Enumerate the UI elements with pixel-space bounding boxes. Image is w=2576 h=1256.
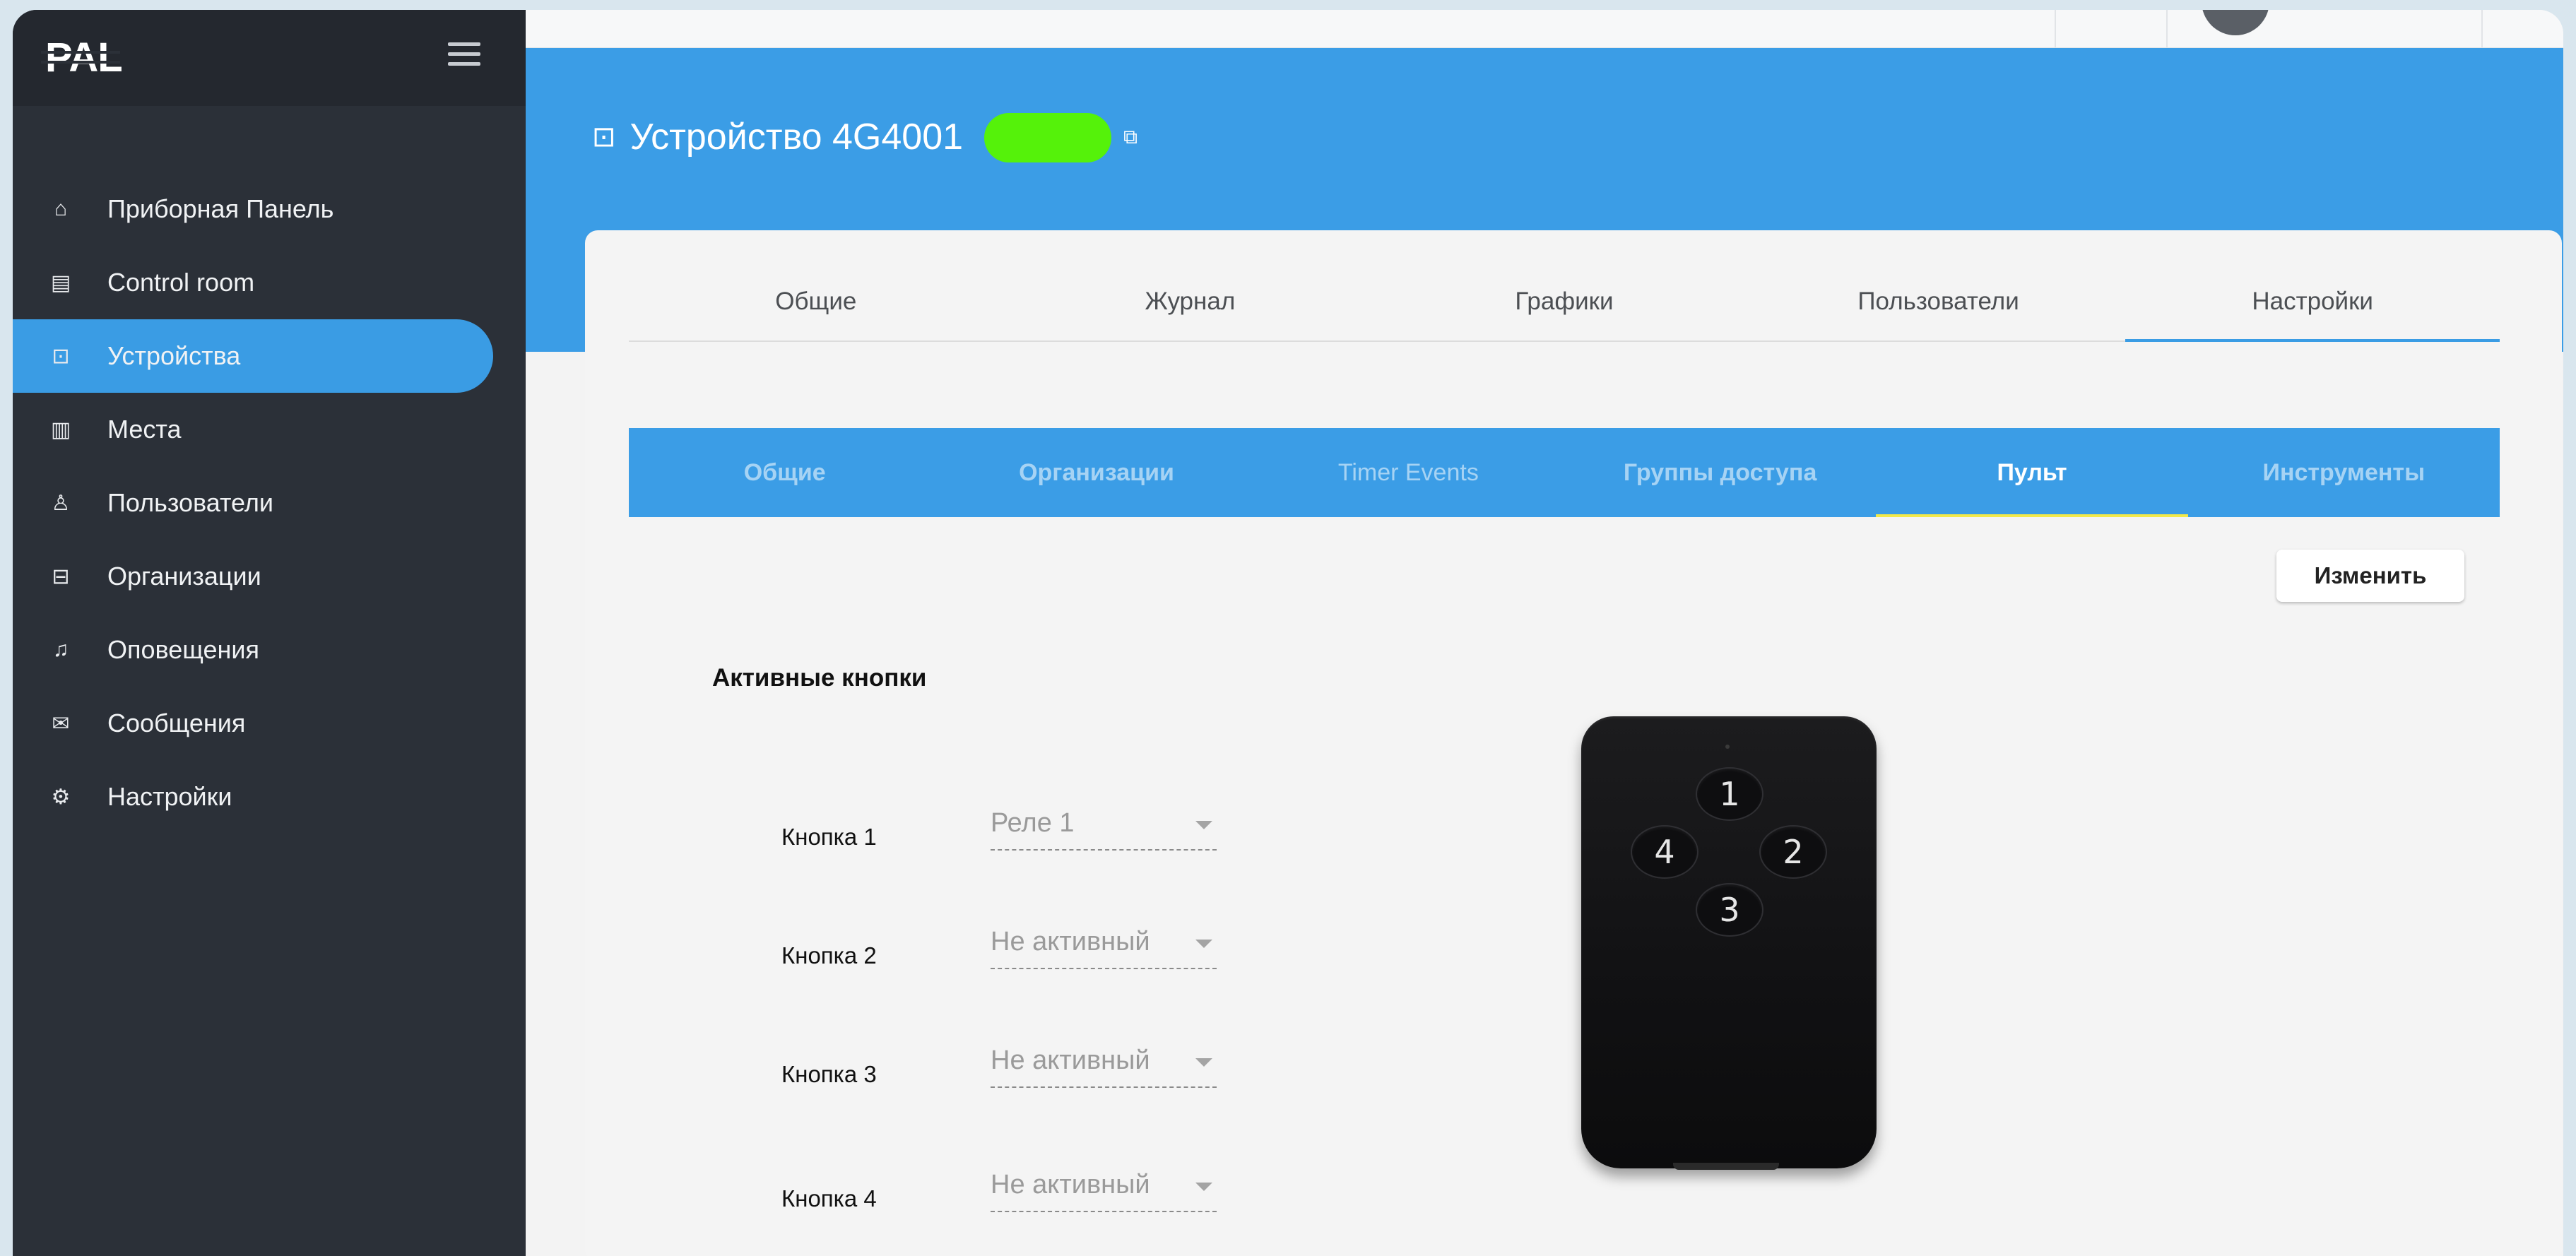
sidebar-item-settings[interactable]: ⚙ Настройки — [13, 760, 526, 834]
map-icon: ▥ — [50, 417, 71, 442]
sidebar-item-label: Пользователи — [107, 488, 273, 517]
menu-icon[interactable] — [448, 42, 480, 66]
tab-journal[interactable]: Журнал — [1003, 263, 1378, 340]
subtab-remote[interactable]: Пульт — [1876, 428, 2188, 517]
sidebar-header: PAL — [13, 10, 526, 106]
button-4-select[interactable]: Не активный — [991, 1161, 1217, 1212]
top-bar-divider — [2481, 10, 2483, 48]
select-value: Не активный — [991, 927, 1150, 956]
gear-icon: ⚙ — [51, 785, 71, 809]
select-value: Не активный — [991, 1170, 1150, 1199]
sidebar-item-alerts[interactable]: ♫ Оповещения — [13, 613, 526, 687]
router-icon: ⊡ — [52, 344, 70, 368]
remote-key-3: 3 — [1696, 883, 1763, 937]
subtab-general[interactable]: Общие — [629, 428, 940, 517]
device-card: Общие Журнал Графики Пользователи Настро… — [585, 230, 2562, 1256]
page-title: ⊡ Устройство 4G4001 — [592, 116, 963, 158]
section-title: Активные кнопки — [712, 664, 927, 692]
chevron-down-icon — [1195, 821, 1212, 829]
sidebar-item-label: Устройства — [107, 341, 241, 370]
button-row: Кнопка 4 Не активный — [585, 1161, 1292, 1232]
top-bar-divider — [2166, 10, 2168, 48]
sidebar-item-label: Оповещения — [107, 635, 259, 664]
device-name: Устройство 4G4001 — [630, 117, 964, 158]
sidebar: PAL ⌂ Приборная Панель ▤ Control room ⊡ … — [13, 10, 526, 1256]
sidebar-item-control-room[interactable]: ▤ Control room — [13, 246, 526, 319]
button-row: Кнопка 3 Не активный — [585, 1037, 1292, 1108]
button-label: Кнопка 3 — [781, 1061, 877, 1087]
select-value: Не активный — [991, 1045, 1150, 1075]
remote-control-image: 1 2 3 4 — [1581, 716, 1877, 1170]
button-label: Кнопка 1 — [781, 824, 877, 850]
sidebar-item-places[interactable]: ▥ Места — [13, 393, 526, 466]
chevron-down-icon — [1195, 940, 1212, 948]
sidebar-item-label: Сообщения — [107, 709, 246, 737]
mail-icon: ✉ — [52, 711, 70, 735]
tab-users[interactable]: Пользователи — [1751, 263, 2126, 340]
logo-text: PAL — [45, 35, 123, 81]
sidebar-item-messages[interactable]: ✉ Сообщения — [13, 687, 526, 760]
sidebar-item-label: Настройки — [107, 782, 232, 811]
remote-key-2: 2 — [1759, 825, 1827, 879]
select-value: Реле 1 — [991, 808, 1075, 838]
button-1-select[interactable]: Реле 1 — [991, 800, 1217, 851]
building-icon: ▤ — [50, 271, 71, 295]
sidebar-item-devices[interactable]: ⊡ Устройства — [13, 319, 493, 393]
remote-led — [1725, 745, 1730, 749]
sidebar-item-label: Места — [107, 415, 182, 444]
remote-key-4: 4 — [1631, 825, 1698, 879]
user-icon: ♙ — [51, 491, 71, 515]
tab-charts[interactable]: Графики — [1377, 263, 1751, 340]
remote-bottom-slot — [1673, 1163, 1779, 1170]
chevron-down-icon — [1195, 1183, 1212, 1191]
settings-subtabs: Общие Организации Timer Events Группы до… — [629, 428, 2500, 517]
sidebar-item-dashboard[interactable]: ⌂ Приборная Панель — [13, 172, 526, 246]
sidebar-item-label: Control room — [107, 268, 255, 297]
logo[interactable]: PAL — [41, 34, 123, 81]
copy-icon[interactable]: ⧉ — [1123, 126, 1143, 148]
tab-general[interactable]: Общие — [629, 263, 1003, 340]
router-icon: ⊡ — [592, 122, 616, 153]
tab-settings[interactable]: Настройки — [2125, 263, 2500, 342]
remote-key-1: 1 — [1696, 767, 1763, 821]
button-2-select[interactable]: Не активный — [991, 918, 1217, 969]
button-row: Кнопка 2 Не активный — [585, 918, 1292, 989]
sidebar-item-organizations[interactable]: ⊟ Организации — [13, 540, 526, 613]
briefcase-icon: ⊟ — [52, 564, 70, 588]
subtab-timer-events[interactable]: Timer Events — [1253, 428, 1564, 517]
subtab-organizations[interactable]: Организации — [940, 428, 1252, 517]
sidebar-item-label: Приборная Панель — [107, 194, 334, 223]
subtab-access-groups[interactable]: Группы доступа — [1564, 428, 1876, 517]
chevron-down-icon — [1195, 1058, 1212, 1067]
top-bar-divider — [2055, 10, 2056, 48]
button-label: Кнопка 4 — [781, 1185, 877, 1211]
bell-icon: ♫ — [52, 638, 69, 661]
home-icon: ⌂ — [54, 197, 68, 220]
edit-button[interactable]: Изменить — [2276, 550, 2464, 602]
app-window: PAL ⌂ Приборная Панель ▤ Control room ⊡ … — [13, 10, 2563, 1256]
sidebar-nav: ⌂ Приборная Панель ▤ Control room ⊡ Устр… — [13, 172, 526, 834]
subtab-tools[interactable]: Инструменты — [2188, 428, 2500, 517]
sidebar-item-label: Организации — [107, 562, 261, 591]
button-3-select[interactable]: Не активный — [991, 1037, 1217, 1088]
sidebar-item-users[interactable]: ♙ Пользователи — [13, 466, 526, 540]
button-row: Кнопка 1 Реле 1 — [585, 800, 1292, 870]
button-label: Кнопка 2 — [781, 942, 877, 968]
redaction-mark — [984, 113, 1111, 162]
main-tabs: Общие Журнал Графики Пользователи Настро… — [629, 263, 2500, 342]
